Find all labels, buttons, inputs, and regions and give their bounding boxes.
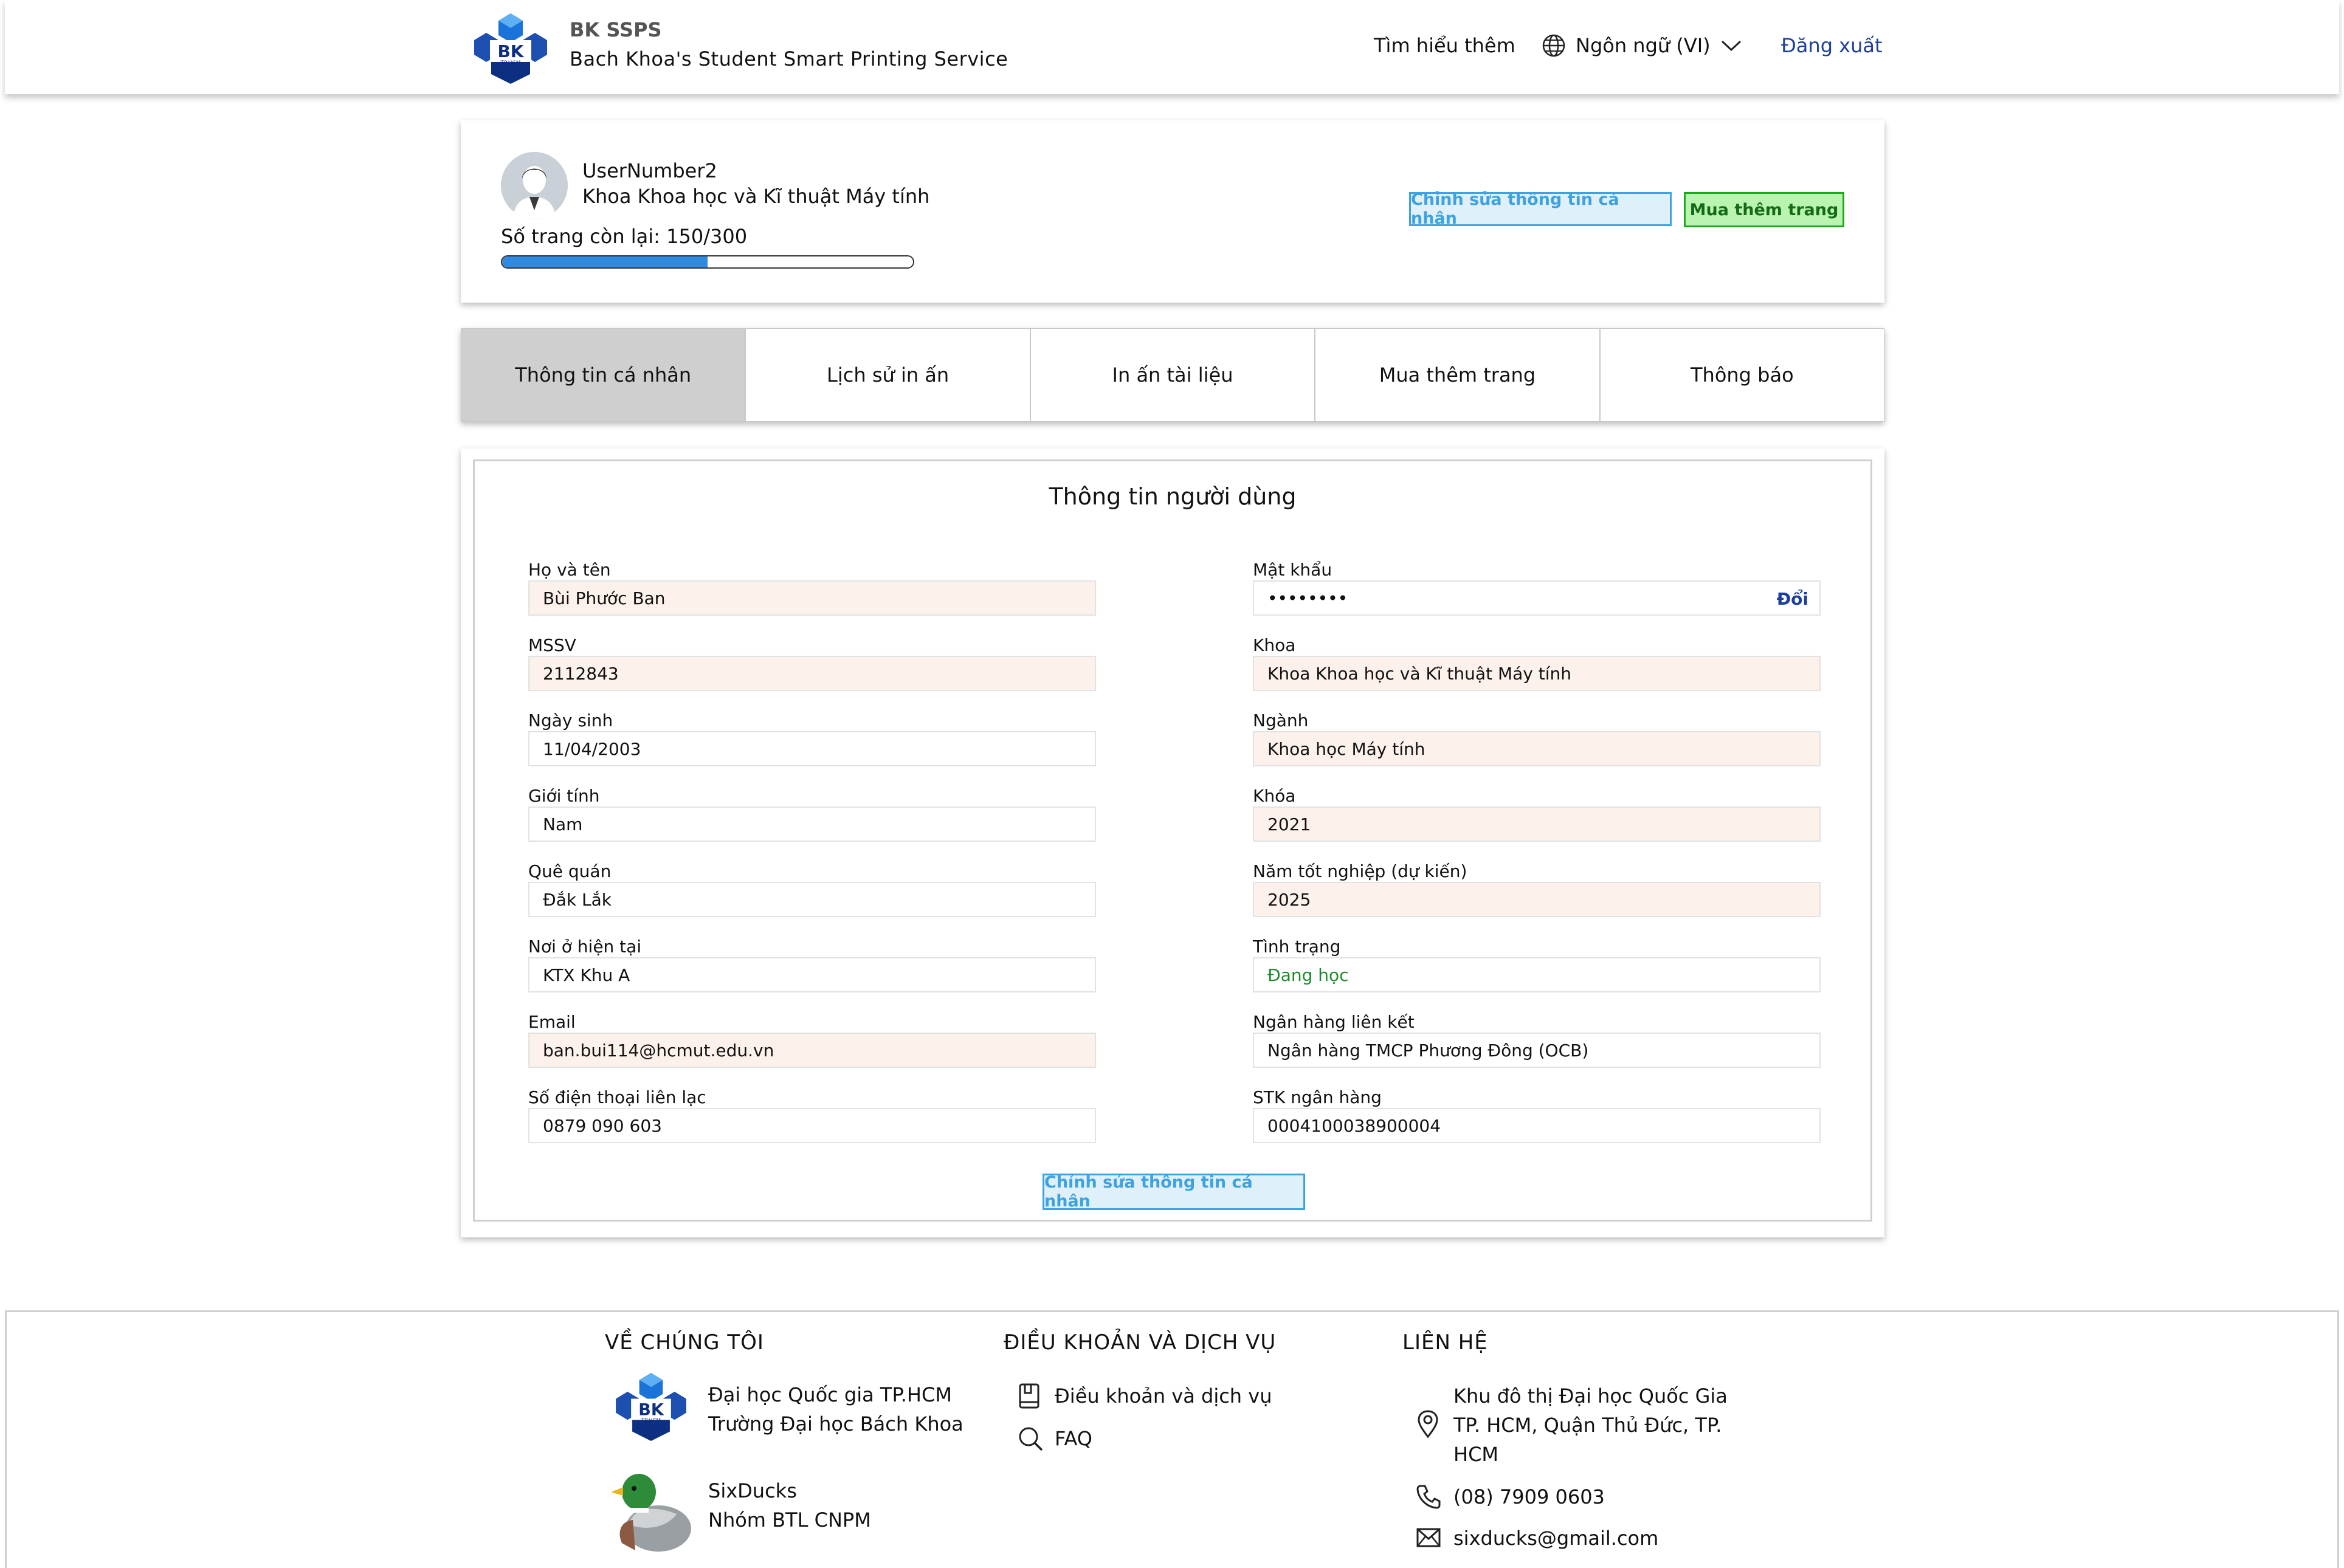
phone-link[interactable]: (08) 7909 0603 (1453, 1482, 1605, 1511)
pages-progress-fill (502, 256, 708, 267)
phone-label: Số điện thoại liên lạc (528, 1087, 706, 1107)
search-icon (1019, 1427, 1043, 1451)
team-line1: SixDucks (708, 1479, 797, 1502)
duck-icon (611, 1474, 691, 1552)
password-label: Mật khẩu (1253, 560, 1332, 580)
university-info: Đại học Quốc gia TP.HCM Trường Đại học B… (708, 1380, 963, 1439)
top-header: BK TP.HCM BK SSPS Bach Khoa's Student Sm… (5, 0, 2339, 94)
major-field[interactable]: Khoa học Máy tính (1253, 731, 1821, 766)
avatar-icon (501, 152, 568, 219)
svg-text:BK: BK (497, 41, 524, 61)
svg-text:TP.HCM: TP.HCM (500, 60, 520, 66)
email-link[interactable]: sixducks@gmail.com (1453, 1524, 1658, 1553)
brand-subtitle: Bach Khoa's Student Smart Printing Servi… (570, 47, 1008, 70)
fullname-field[interactable]: Bùi Phước Ban (528, 580, 1096, 616)
logout-link[interactable]: Đăng xuất (1781, 34, 1883, 57)
location-icon (1418, 1410, 1438, 1439)
faculty-field[interactable]: Khoa Khoa học và Kĩ thuật Máy tính (1253, 656, 1821, 691)
profile-summary-card: UserNumber2 Khoa Khoa học và Kĩ thuật Má… (461, 120, 1884, 303)
svg-text:BK: BK (638, 1401, 664, 1420)
user-faculty: Khoa Khoa học và Kĩ thuật Máy tính (582, 185, 930, 208)
tab-buy-pages[interactable]: Mua thêm trang (1315, 328, 1600, 422)
birthdate-label: Ngày sinh (528, 710, 613, 731)
svg-text:TP.HCM: TP.HCM (641, 1418, 661, 1424)
username: UserNumber2 (582, 159, 717, 182)
faq-link[interactable]: FAQ (1055, 1424, 1092, 1453)
university-line1: Đại học Quốc gia TP.HCM (708, 1383, 952, 1406)
contact-heading: LIÊN HỆ (1402, 1330, 1488, 1355)
hometown-label: Quê quán (528, 861, 612, 881)
about-heading: VỀ CHÚNG TÔI (605, 1330, 764, 1355)
password-value: •••••••• (1267, 588, 1348, 608)
student-id-label: MSSV (528, 635, 576, 655)
learn-more-link[interactable]: Tìm hiểu thêm (1374, 34, 1515, 57)
linked-bank-field[interactable]: Ngân hàng TMCP Phương Đông (OCB) (1253, 1033, 1821, 1068)
team-info: SixDucks Nhóm BTL CNPM (708, 1476, 871, 1535)
gender-field[interactable]: Nam (528, 806, 1096, 842)
user-info-title: Thông tin người dùng (1049, 483, 1297, 510)
bk-logo-icon[interactable]: BK TP.HCM (472, 13, 550, 84)
terms-heading: ĐIỀU KHOẢN VÀ DỊCH VỤ (1004, 1330, 1277, 1355)
tab-print-history[interactable]: Lịch sử in ấn (745, 328, 1030, 422)
faculty-label: Khoa (1253, 635, 1296, 655)
graduation-year-field[interactable]: 2025 (1253, 882, 1821, 917)
address-line3: HCM (1453, 1443, 1499, 1466)
tab-personal-info[interactable]: Thông tin cá nhân (461, 328, 746, 422)
tab-print-document[interactable]: In ấn tài liệu (1030, 328, 1315, 422)
university-line2: Trường Đại học Bách Khoa (708, 1412, 963, 1436)
linked-bank-label: Ngân hàng liên kết (1253, 1012, 1415, 1032)
mail-icon (1416, 1528, 1441, 1547)
globe-icon (1542, 34, 1565, 57)
user-info-form: Thông tin người dùng Họ và tên Bùi Phước… (473, 459, 1872, 1222)
brand-title: BK SSPS (570, 18, 662, 41)
remaining-pages: Số trang còn lại: 150/300 (501, 225, 747, 248)
edit-info-button[interactable]: Chỉnh sửa thông tin cá nhân (1043, 1173, 1305, 1211)
status-field[interactable]: Đang học (1253, 957, 1821, 992)
address-line2: TP. HCM, Quận Thủ Đức, TP. (1453, 1414, 1722, 1437)
student-id-field[interactable]: 2112843 (528, 656, 1096, 691)
phone-field[interactable]: 0879 090 603 (528, 1108, 1096, 1143)
buy-pages-button[interactable]: Mua thêm trang (1684, 192, 1844, 227)
cohort-field[interactable]: 2021 (1253, 806, 1821, 842)
book-icon (1019, 1383, 1039, 1409)
email-field[interactable]: ban.bui114@hcmut.edu.vn (528, 1033, 1096, 1068)
pages-progress-bar (501, 255, 914, 269)
cohort-label: Khóa (1253, 786, 1296, 806)
major-label: Ngành (1253, 710, 1309, 731)
team-line2: Nhóm BTL CNPM (708, 1508, 871, 1532)
current-address-field[interactable]: KTX Khu A (528, 957, 1096, 992)
terms-link[interactable]: Điều khoản và dịch vụ (1055, 1381, 1272, 1411)
profile-tabs: Thông tin cá nhân Lịch sử in ấn In ấn tà… (461, 328, 1885, 422)
bank-account-label: STK ngân hàng (1253, 1087, 1382, 1107)
password-field[interactable]: •••••••• Đổi (1253, 580, 1821, 616)
user-info-panel: Thông tin người dùng Họ và tên Bùi Phước… (461, 449, 1884, 1237)
email-label: Email (528, 1012, 576, 1032)
fullname-label: Họ và tên (528, 560, 611, 580)
bk-logo-icon: BK TP.HCM (616, 1373, 686, 1441)
gender-label: Giới tính (528, 786, 600, 806)
current-address-label: Nơi ở hiện tại (528, 937, 642, 957)
language-selector[interactable]: Ngôn ngữ (VI) (1542, 32, 1742, 60)
address-line1: Khu đô thị Đại học Quốc Gia (1453, 1384, 1728, 1408)
graduation-year-label: Năm tốt nghiệp (dự kiến) (1253, 861, 1467, 881)
remaining-pages-label: Số trang còn lại: (501, 225, 660, 248)
phone-icon (1416, 1485, 1441, 1509)
birthdate-field[interactable]: 11/04/2003 (528, 731, 1096, 766)
edit-profile-button[interactable]: Chỉnh sửa thông tin cá nhân (1409, 190, 1672, 228)
chevron-down-icon (1721, 40, 1741, 52)
tab-notifications[interactable]: Thông báo (1599, 328, 1885, 422)
language-label: Ngôn ngữ (VI) (1576, 34, 1711, 57)
status-label: Tình trạng (1253, 937, 1341, 957)
hometown-field[interactable]: Đắk Lắk (528, 882, 1096, 917)
footer: VỀ CHÚNG TÔI BK TP.HCM Đại học Quốc gia … (5, 1310, 2339, 1568)
bank-account-field[interactable]: 0004100038900004 (1253, 1108, 1821, 1143)
address: Khu đô thị Đại học Quốc Gia TP. HCM, Quậ… (1453, 1381, 1728, 1469)
avatar (501, 152, 568, 219)
change-password-link[interactable]: Đổi (1777, 589, 1808, 609)
remaining-pages-value: 150/300 (666, 225, 748, 248)
